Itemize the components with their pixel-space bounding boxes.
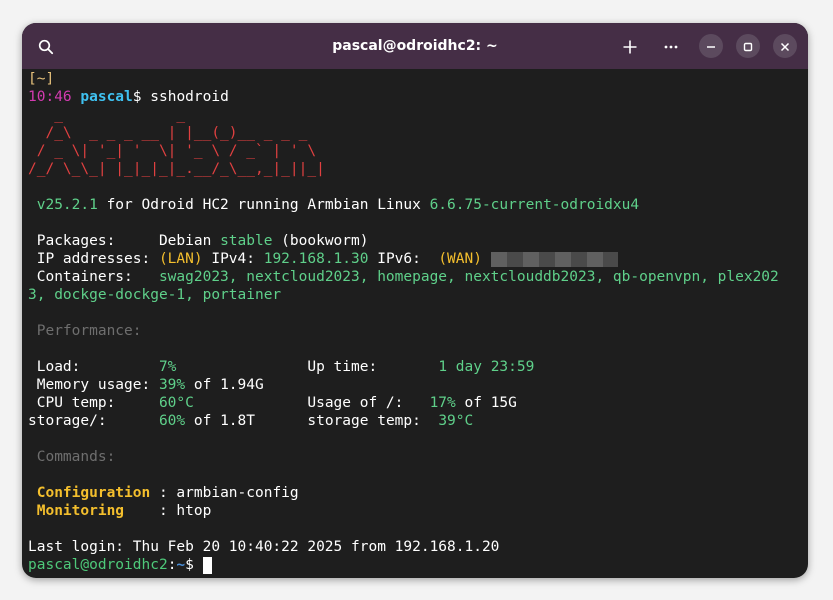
terminal-output[interactable]: [~] 10:46 pascal$ sshodroid _ _ /_\ _ _ … [28, 69, 804, 574]
title-bar: pascal@odroidhc2: ~ [22, 23, 808, 69]
load-label: Load: [28, 359, 159, 375]
terminal-window: pascal@odroidhc2: ~ [~] 10:46 pascal$ ss… [22, 23, 808, 578]
storage-temp-label: storage temp: [307, 413, 439, 429]
packages-line: Packages: Debian stable (bookworm) [28, 232, 369, 250]
prompt-time: 10:46 [28, 89, 72, 105]
new-tab-button[interactable] [616, 32, 644, 60]
storage-temp: 39°C [438, 413, 474, 429]
uptime-label: Up time: [176, 359, 439, 375]
prompt-line: 10:46 pascal$ sshodroid [28, 88, 229, 106]
monitoring-command: : htop [124, 503, 212, 519]
ip-line: IP addresses: (LAN) IPv4: 192.168.1.30 I… [28, 250, 618, 268]
prompt-userhost: pascal@odroidhc2 [28, 557, 168, 573]
load-line: Load: 7% Up time: 1 day 23:59 [28, 358, 535, 376]
storage-label: storage/: [28, 413, 159, 429]
config-label: Configuration [36, 485, 151, 501]
wan-tag: (WAN) [438, 251, 482, 267]
containers-line: Containers: swag2023, nextcloud2023, hom… [28, 268, 779, 286]
memory-line: Memory usage: 39% of 1.94G [28, 376, 264, 394]
text-cursor [202, 556, 212, 574]
kernel-version: 6.6.75-current-odroidxu4 [429, 197, 640, 213]
close-icon [780, 42, 790, 51]
cpu-temp: 60°C [158, 395, 194, 411]
version-line: v25.2.1 for Odroid HC2 running Armbian L… [28, 196, 639, 214]
cpu-label: CPU temp: [28, 395, 159, 411]
close-button[interactable] [773, 34, 797, 58]
command-text: sshodroid [150, 89, 229, 105]
containers-list: swag2023, nextcloud2023, homepage, nextc… [158, 269, 779, 285]
minimize-button[interactable] [699, 34, 723, 58]
commands-header: Commands: [28, 449, 116, 465]
armbian-banner-line-1: _ _ [28, 107, 221, 123]
packages-stable: stable [220, 233, 273, 249]
containers-list-wrap: 3, dockge-dockge-1, portainer [28, 287, 282, 303]
shell-prompt: pascal@odroidhc2:~$ [28, 556, 212, 574]
version-middle: for Odroid HC2 running Armbian Linux [97, 197, 430, 213]
ipv4-address: 192.168.1.30 [263, 251, 369, 267]
last-login-line: Last login: Thu Feb 20 10:40:22 2025 fro… [28, 539, 500, 555]
packages-rest: (bookworm) [272, 233, 369, 249]
containers-label: Containers: [28, 269, 159, 285]
lan-tag: (LAN) [158, 251, 203, 267]
prompt-path: ~ [176, 557, 186, 573]
memory-rest: of 1.94G [185, 377, 264, 393]
storage-value: 60% [158, 413, 186, 429]
usage-value: 17% [429, 395, 456, 411]
config-command: : armbian-config [150, 485, 299, 501]
usage-label: Usage of /: [193, 395, 430, 411]
load-value: 7% [158, 359, 177, 375]
performance-header: Performance: [28, 323, 142, 339]
plus-icon [623, 40, 637, 53]
ip-label: IP addresses: [28, 251, 159, 267]
cwd-line: [~] [28, 71, 55, 87]
usage-rest: of 15G [455, 395, 517, 411]
more-icon [664, 45, 678, 48]
redacted-wan-ip [490, 251, 618, 267]
memory-label: Memory usage: [28, 377, 159, 393]
minimize-icon [707, 45, 715, 48]
ipv4-label: IPv4: [202, 251, 264, 267]
ipv6-label: IPv6: [368, 251, 439, 267]
armbian-version: v25.2.1 [36, 197, 98, 213]
armbian-banner-line-3: / _ \| '_| ' \| '_ \ / _` | ' \ [28, 143, 317, 159]
maximize-button[interactable] [736, 34, 760, 58]
storage-rest: of 1.8T [185, 413, 308, 429]
monitoring-line: Monitoring : htop [28, 502, 212, 520]
cpu-line: CPU temp: 60°C Usage of /: 17% of 15G [28, 394, 517, 412]
armbian-banner-line-4: /_/ \_\_| |_|_|_|_.__/_\__,_|_||_| [28, 161, 325, 177]
packages-label: Packages: Debian [28, 233, 221, 249]
maximize-icon [743, 42, 753, 51]
menu-button[interactable] [657, 32, 685, 60]
monitoring-label: Monitoring [36, 503, 125, 519]
prompt-user: pascal [80, 89, 133, 105]
window-title: pascal@odroidhc2: ~ [332, 38, 498, 54]
armbian-banner-line-2: /_\ _ _ _ __ | |__(_)__ _ _ _ [28, 125, 308, 141]
uptime-value: 1 day 23:59 [438, 359, 535, 375]
memory-value: 39% [158, 377, 186, 393]
prompt-symbol: $ [132, 89, 151, 105]
prompt-dollar: $ [185, 557, 203, 573]
storage-line: storage/: 60% of 1.8T storage temp: 39°C [28, 412, 473, 430]
search-icon[interactable] [32, 32, 60, 60]
config-line: Configuration : armbian-config [28, 484, 299, 502]
